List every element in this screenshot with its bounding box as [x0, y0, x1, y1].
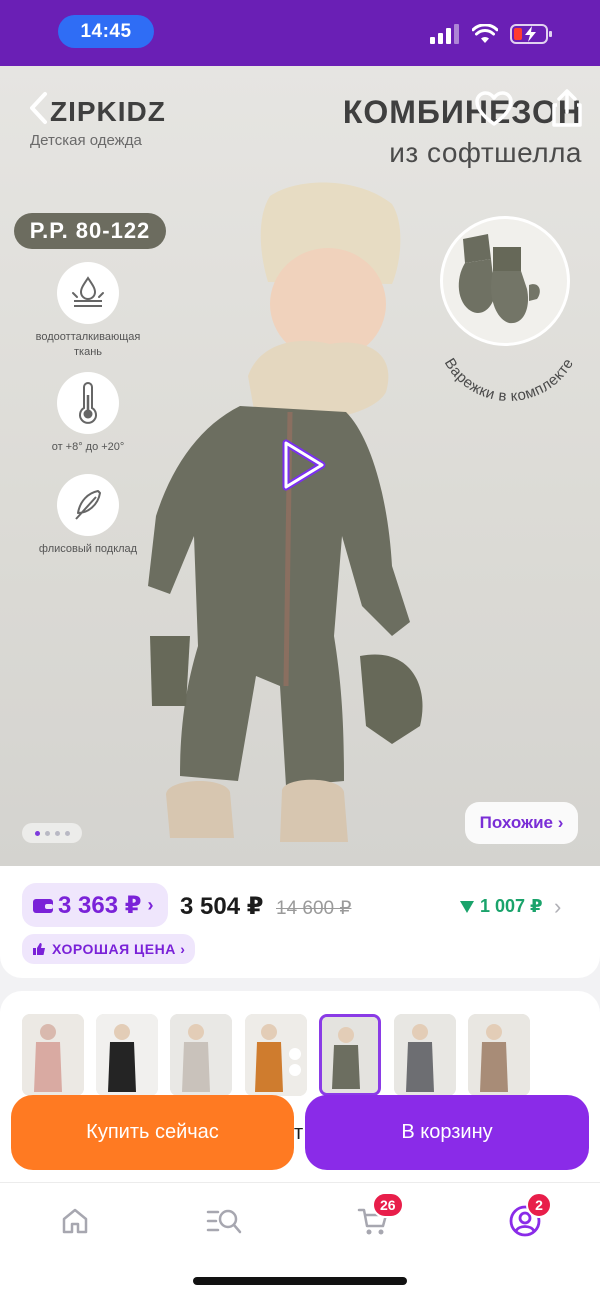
feature-fleece-lining: флисовый подклад	[30, 474, 146, 557]
brand-subtitle: Детская одежда	[30, 132, 142, 149]
chevron-left-icon	[30, 92, 47, 124]
page-dot	[54, 830, 60, 836]
buy-now-button[interactable]: Купить сейчас	[11, 1095, 294, 1170]
wallet-icon	[33, 899, 53, 913]
chevron-right-icon[interactable]: ›	[554, 894, 561, 920]
status-time: 14:45	[58, 15, 154, 48]
page-dot	[44, 830, 50, 836]
favorite-button[interactable]	[474, 90, 514, 128]
product-headline: КОМБИНЕЗОН из софтшелла	[343, 94, 582, 169]
feature-label: флисовый подклад	[38, 543, 138, 555]
variant-thumbnail[interactable]	[468, 1014, 530, 1096]
variant-thumbnail[interactable]	[96, 1014, 158, 1096]
share-icon	[552, 89, 582, 127]
feature-label: от +8° до +20°	[51, 441, 125, 453]
cellular-signal-icon	[430, 24, 459, 44]
wallet-price-button[interactable]: 3 363 ₽ ›	[22, 883, 168, 927]
obscured-text: т	[294, 1122, 304, 1144]
water-drop-icon	[72, 276, 104, 307]
discount-amount[interactable]: 1 007 ₽	[460, 896, 543, 917]
headline-line-2: из софтшелла	[389, 137, 582, 168]
current-price: 3 504 ₽	[180, 893, 264, 920]
thumbs-up-icon	[33, 943, 45, 955]
wallet-price: 3 363 ₽	[58, 891, 142, 919]
catalog-search-icon	[206, 1209, 242, 1234]
battery-low-charging-icon	[510, 24, 552, 44]
variant-thumbnail[interactable]	[22, 1014, 84, 1096]
svg-text:Варежки в комплекте: Варежки в комплекте	[441, 355, 577, 405]
heart-icon	[475, 91, 513, 126]
feature-temperature: от +8° до +20°	[30, 372, 146, 455]
feature-water-repellent: водоотталкивающая ткань	[30, 262, 146, 360]
similar-products-button[interactable]: Похожие ›	[465, 802, 578, 844]
discount-value: 1 007 ₽	[480, 896, 543, 916]
thermometer-icon	[79, 382, 97, 424]
old-price: 14 600 ₽	[276, 898, 352, 919]
play-video-button[interactable]	[278, 438, 328, 492]
home-icon	[62, 1208, 88, 1234]
page-dot	[34, 830, 40, 836]
price-section: 3 363 ₽ › 3 504 ₽ 14 600 ₽ 1 007 ₽ › ХОР…	[0, 866, 600, 978]
product-image-gallery[interactable]: ZIPKIDZ Детская одежда КОМБИНЕЗОН из соф…	[0, 66, 600, 866]
nav-catalog[interactable]	[204, 1201, 244, 1241]
home-indicator	[193, 1277, 407, 1285]
status-icons	[430, 22, 554, 46]
add-to-cart-button[interactable]: В корзину	[305, 1095, 589, 1170]
share-button[interactable]	[548, 88, 586, 128]
back-button[interactable]	[20, 88, 56, 128]
child-in-jumpsuit-photo	[148, 182, 423, 842]
wifi-icon	[472, 24, 498, 43]
page-dot	[64, 830, 70, 836]
gallery-page-indicator	[22, 823, 82, 843]
triangle-down-icon	[460, 900, 474, 913]
good-price-label: ХОРОШАЯ ЦЕНА ›	[52, 941, 186, 957]
feather-icon	[75, 490, 101, 520]
good-price-badge[interactable]: ХОРОШАЯ ЦЕНА ›	[22, 934, 196, 964]
feature-label: водоотталкивающая ткань	[35, 331, 141, 358]
mittens-caption-text: Варежки в комплекте	[441, 355, 577, 405]
variant-thumbnail[interactable]	[245, 1014, 307, 1096]
variant-thumbnail[interactable]	[170, 1014, 232, 1096]
cart-count-badge: 26	[372, 1192, 404, 1218]
variant-thumbnail-selected[interactable]	[319, 1014, 381, 1096]
nav-home[interactable]	[55, 1201, 95, 1241]
status-bar: 14:45	[0, 0, 600, 66]
play-icon	[282, 439, 326, 491]
wallet-price-chevron: ›	[147, 894, 154, 915]
variant-thumbnail[interactable]	[394, 1014, 456, 1096]
headline-line-1: КОМБИНЕЗОН	[342, 94, 582, 130]
profile-notification-badge: 2	[526, 1192, 552, 1218]
